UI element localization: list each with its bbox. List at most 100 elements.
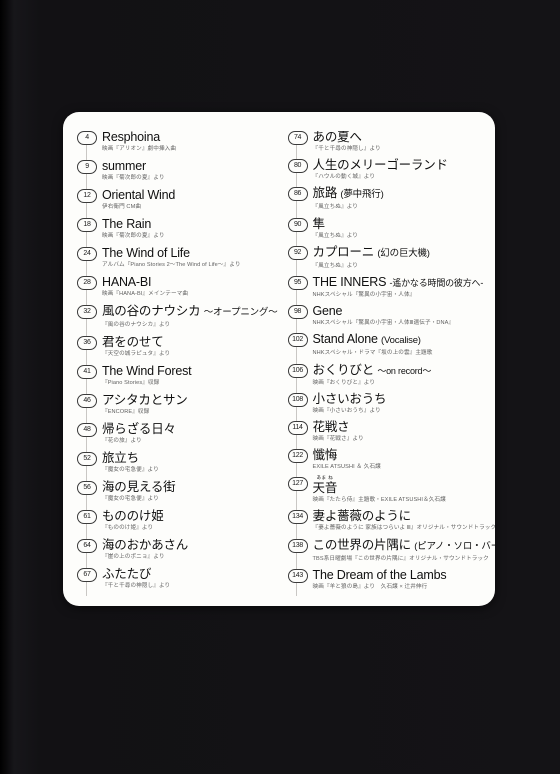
track-number: 98 <box>287 305 308 320</box>
track-number: 90 <box>287 217 308 232</box>
track-source-note: アルバム『Piano Stories 2～The Wind of Life～』よ… <box>102 262 241 268</box>
track-source-note: 『風の谷のナウシカ』より <box>102 322 171 328</box>
track-item: 108 小さいおうち 映画『小さいおうち』より <box>287 391 495 421</box>
track-title: おくりびと ～on record～ <box>313 363 495 378</box>
track-source-note: 『風立ちぬ』より <box>312 204 358 211</box>
track-title: The Dream of the Lambs <box>313 568 495 582</box>
track-source-note: 『妻よ薔薇のように 家族はつらいよ Ⅲ』オリジナル・サウンドトラック <box>312 525 495 532</box>
track-item: 64 海のおかあさん 『崖の上のポニョ』より <box>77 538 278 567</box>
track-title-main: 旅立ち <box>102 451 139 465</box>
track-title-main: summer <box>102 159 146 173</box>
track-number: 18 <box>77 218 97 232</box>
track-title-dash: -遙かなる時間の彼方へ- <box>389 277 484 288</box>
tracklist-columns: 4 Resphoina 映画『アリオン』劇中挿入曲 9 summer 映画『菊次郎の夏』よ… <box>63 112 495 606</box>
track-item: 24 The Wind of Life アルバム『Piano Stories 2～T… <box>77 246 278 275</box>
track-number: 92 <box>287 245 308 260</box>
track-title-main: ふたたび <box>102 567 152 581</box>
track-source-note: 映画『たたら侍』主題歌・EXILE ATSUSHI＆久石譲 <box>312 497 446 504</box>
track-title: The Wind of Life <box>102 246 278 260</box>
track-title: Resphoina <box>102 130 278 144</box>
track-number: 52 <box>77 452 97 466</box>
track-source-note: 『もののけ姫』より <box>102 525 154 531</box>
track-title-main: 旅路 <box>312 186 338 201</box>
track-source-note: 映画『おくりびと』より <box>312 379 376 386</box>
track-number: 122 <box>287 449 308 464</box>
track-item: 114 花戦さ 映画『花戦さ』より <box>287 419 495 449</box>
track-source-note: 『魔女の宅急便』より <box>102 467 159 473</box>
track-title: 旅路 (夢中飛行) <box>313 186 495 202</box>
track-title-main: 風の谷のナウシカ <box>102 304 201 318</box>
track-source-note: TBS系日曜劇場『この世界の片隅に』オリジナル・サウンドトラック <box>312 555 489 562</box>
track-item: 86 旅路 (夢中飛行) 『風立ちぬ』より <box>287 186 495 217</box>
track-title: The Rain <box>102 217 278 231</box>
track-number: 56 <box>77 481 97 495</box>
track-item: 80 人生のメリーゴーランド 『ハウルの動く城』より <box>287 158 495 187</box>
track-source-note: NHKスペシャル・ドラマ『坂の上の雲』主題歌 <box>312 350 433 357</box>
track-item: 41 The Wind Forest 『Piano Stories』収録 <box>77 364 278 393</box>
track-item: 36 君をのせて 『天空の城ラピュタ』より <box>77 335 278 364</box>
track-item: 74 あの夏へ 『千と千尋の神隠し』より <box>287 130 495 159</box>
track-number: 127 <box>287 477 308 492</box>
track-item: 90 隼『風立ちぬ』より <box>287 216 495 246</box>
track-number: 4 <box>77 131 97 145</box>
track-title-main: Stand Alone <box>312 332 378 347</box>
track-source-note: 『ENCORE』収録 <box>102 409 150 415</box>
track-source-note: 伊右衛門 CM曲 <box>102 204 142 210</box>
track-title-main: 天音 あま ね <box>312 475 338 496</box>
track-source-note: 『ハウルの動く城』より <box>312 174 376 181</box>
track-item: 9 summer 映画『菊次郎の夏』より <box>77 159 278 188</box>
track-title-main: HANA-BI <box>102 275 152 289</box>
track-item: 127 天音 あま ね映画『たたら侍』主題歌・EXILE ATSUSHI＆久石譲 <box>287 475 495 510</box>
track-title-main: もののけ姫 <box>102 509 164 523</box>
track-title: HANA-BI <box>102 275 278 289</box>
track-title-suffix: ～オープニング～ <box>203 307 278 318</box>
track-title: ふたたび <box>102 567 278 581</box>
track-source-note: NHKスペシャル『驚異の小宇宙・人体』 <box>312 291 416 298</box>
track-item: 102 Stand Alone (Vocalise) NHKスペシャル・ドラマ『坂の… <box>287 332 495 363</box>
track-number: 28 <box>77 276 97 290</box>
track-title-suffix: (夢中飛行) <box>340 189 384 201</box>
track-source-note: 『Piano Stories』収録 <box>102 380 160 386</box>
track-number: 102 <box>287 333 308 348</box>
track-item: 67 ふたたび 『千と千尋の神隠し』より <box>77 567 278 596</box>
track-number: 86 <box>287 187 308 202</box>
track-title: Gene <box>313 304 495 318</box>
track-title-main: 小さいおうち <box>312 391 387 406</box>
track-number: 106 <box>287 363 308 378</box>
track-title-main: 帰らざる日々 <box>102 422 176 436</box>
track-title-main: 懺悔 <box>312 448 338 463</box>
track-title: 妻よ薔薇のように <box>313 509 495 523</box>
track-source-note: 『風立ちぬ』より <box>312 232 358 239</box>
track-source-note: 映画『菊次郎の夏』より <box>102 233 165 239</box>
track-source-note: 映画『アリオン』劇中挿入曲 <box>102 146 177 152</box>
track-title-main: 隼 <box>312 216 326 231</box>
track-title-furigana: あま ね <box>316 475 334 481</box>
track-title: この世界の片隅に (ピアノ・ソロ・バージョン) <box>313 538 495 554</box>
track-title: Stand Alone (Vocalise) <box>313 332 495 348</box>
track-title: 隼 <box>313 217 495 231</box>
track-title-main: 人生のメリーゴーランド <box>312 158 449 173</box>
track-title: The Wind Forest <box>102 364 278 378</box>
track-item: 48 帰らざる日々『花の旅』より <box>77 422 278 451</box>
track-title: 花戦さ <box>313 420 495 434</box>
track-source-note: 映画『菊次郎の夏』より <box>102 175 165 181</box>
track-number: 12 <box>77 189 97 203</box>
track-item: 28 HANA-BI 映画『HANA-BI』メインテーマ曲 <box>77 275 278 304</box>
track-title-main: THE INNERS <box>312 274 387 289</box>
track-item: 61 もののけ姫 『もののけ姫』より <box>77 509 278 538</box>
tracklist-card: 4 Resphoina 映画『アリオン』劇中挿入曲 9 summer 映画『菊次郎の夏』よ… <box>63 112 495 606</box>
track-number: 32 <box>77 305 97 319</box>
track-title-main: The Wind Forest <box>102 364 192 378</box>
track-number: 41 <box>77 365 97 379</box>
track-title: summer <box>102 159 278 173</box>
track-title-suffix: (Vocalise) <box>381 335 421 347</box>
track-title-main: Gene <box>312 304 343 319</box>
track-item: 98 Gene NHKスペシャル『驚異の小宇宙・人体Ⅲ遺伝子・DNA』 <box>287 304 495 333</box>
track-number: 48 <box>77 423 97 437</box>
track-title: Oriental Wind <box>102 188 278 202</box>
track-title-main: おくりびと <box>312 362 375 377</box>
track-source-note: 『魔女の宅急便』より <box>102 496 159 502</box>
track-item: 46 アシタカとサン 『ENCORE』収録 <box>77 393 278 422</box>
track-title: 海の見える街 <box>102 480 278 494</box>
track-source-note: 『花の旅』より <box>102 438 142 444</box>
